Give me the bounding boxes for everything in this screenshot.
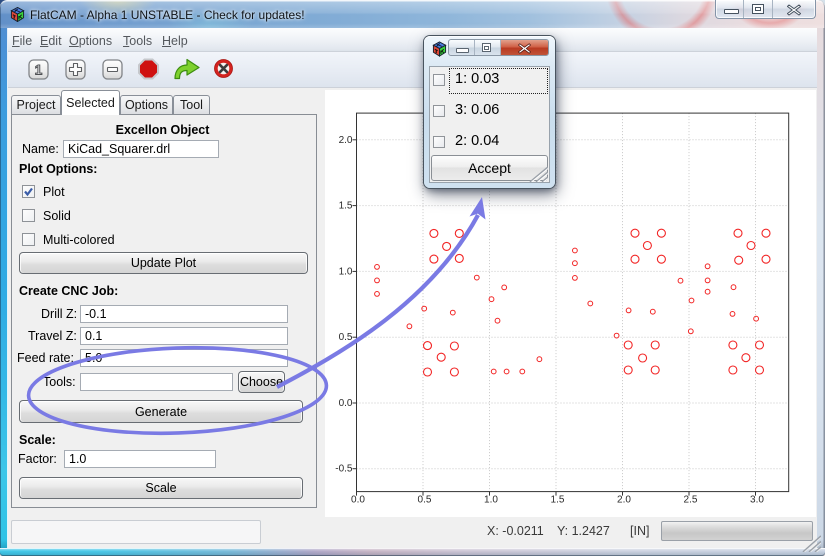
svg-text:2.5: 2.5 [684,495,698,506]
svg-text:-0.5: -0.5 [335,464,353,475]
svg-text:2.0: 2.0 [339,135,353,146]
svg-text:0.5: 0.5 [418,495,432,506]
svg-text:0.0: 0.0 [351,495,365,506]
svg-text:1.5: 1.5 [339,201,353,212]
svg-text:1.0: 1.0 [484,495,498,506]
svg-text:3.0: 3.0 [750,495,764,506]
svg-text:0.5: 0.5 [339,332,353,343]
svg-text:0.0: 0.0 [339,398,353,409]
svg-text:2.0: 2.0 [617,495,631,506]
svg-text:1.0: 1.0 [339,266,353,277]
svg-text:1.5: 1.5 [551,495,565,506]
